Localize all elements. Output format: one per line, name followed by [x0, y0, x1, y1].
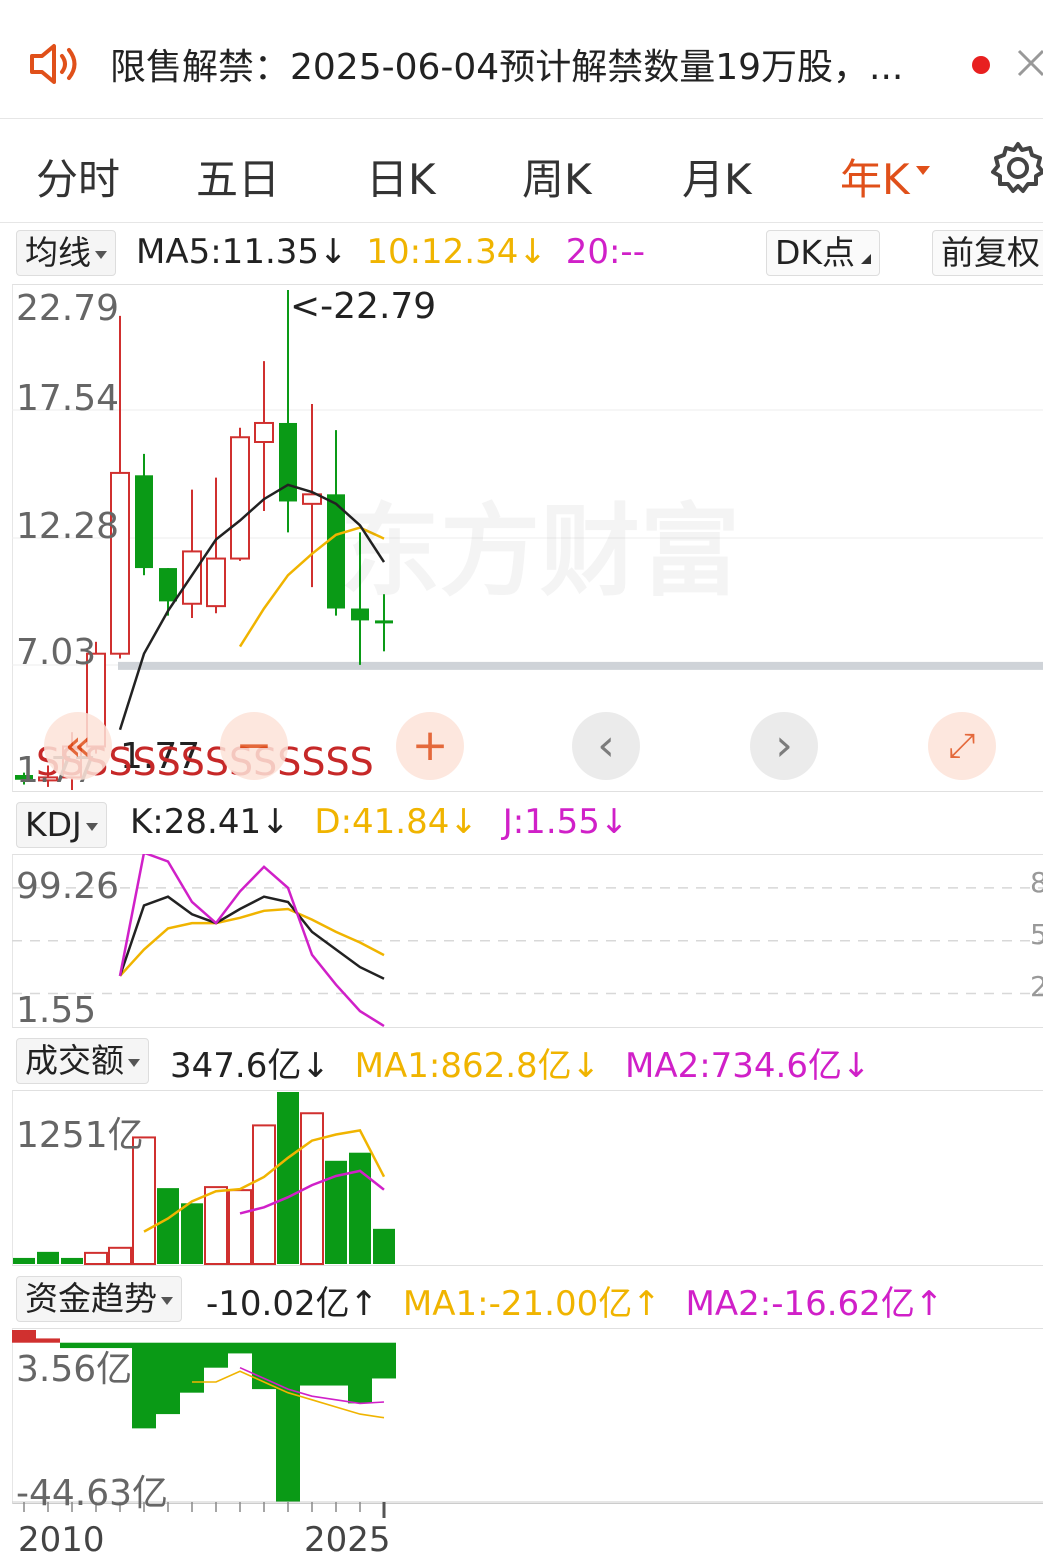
fund-value: -10.02亿 [206, 1284, 350, 1324]
volume-bar [204, 1186, 228, 1265]
candle [110, 471, 130, 655]
candle [206, 557, 226, 608]
volume-bar [349, 1152, 371, 1264]
volume-y-max: 1251亿 [16, 1115, 144, 1156]
kdj-selector[interactable]: KDJ [16, 802, 107, 848]
kline-y-label: 7.03 [16, 632, 97, 673]
high-price-label: <-22.79 [290, 286, 437, 327]
volume-values: 347.6亿↓ MA1:862.8亿↓ MA2:734.6亿↓ [170, 1038, 871, 1087]
zoom-in-button[interactable]: + [396, 712, 464, 780]
support-line [118, 661, 1043, 670]
volume-bar [373, 1228, 395, 1264]
chevron-down-icon [128, 1058, 140, 1067]
fund-y-max: 3.56亿 [16, 1349, 133, 1390]
rewind-button[interactable]: « [44, 712, 112, 780]
kdj-d-line [119, 907, 385, 977]
kdj-chart [12, 854, 1043, 1028]
fund-y-min: -44.63亿 [16, 1473, 169, 1514]
fund-values: -10.02亿↑ MA1:-21.00亿↑ MA2:-16.62亿↑ [206, 1276, 943, 1325]
kdj-right-label: 2 [1030, 970, 1043, 1003]
x-axis-start: 2010 [18, 1520, 105, 1560]
volume-bar [157, 1188, 179, 1264]
volume-bar [61, 1257, 83, 1264]
candle [159, 568, 177, 602]
volume-selector-label: 成交额 [25, 1041, 124, 1080]
kdj-y-min: 1.55 [16, 990, 97, 1031]
fund-bar [204, 1342, 228, 1368]
fund-bar [324, 1342, 348, 1386]
volume-bar [277, 1092, 299, 1264]
volume-bar [228, 1189, 252, 1265]
fund-ma1: MA1:-21.00亿 [402, 1284, 633, 1324]
up-arrow-icon: ↑ [914, 1284, 944, 1324]
kdj-selector-label: KDJ [25, 805, 82, 844]
up-arrow-icon: ↑ [349, 1284, 379, 1324]
candle [254, 421, 274, 443]
candle [135, 475, 153, 569]
fund-selector-label: 资金趋势 [25, 1279, 157, 1318]
fund-bar [348, 1342, 372, 1404]
next-button[interactable]: › [750, 712, 818, 780]
kdj-j-value: J:1.55 [502, 802, 600, 842]
rewind-icon: « [64, 720, 92, 771]
fund-bar [276, 1342, 300, 1502]
zoom-in-icon: + [411, 720, 449, 771]
volume-bar [13, 1257, 35, 1264]
down-arrow-icon: ↓ [301, 1046, 330, 1086]
kdj-d-value: D:41.84 [314, 802, 450, 842]
fund-bar [132, 1342, 156, 1429]
kdj-right-label: 8 [1030, 866, 1043, 899]
volume-ma1: MA1:862.8亿 [354, 1046, 572, 1086]
kline-y-label: 17.54 [16, 378, 120, 419]
kdj-k-value: K:28.41 [130, 802, 262, 842]
volume-value: 347.6亿 [170, 1046, 302, 1086]
volume-bar [37, 1251, 59, 1264]
fund-bar [180, 1342, 204, 1393]
volume-bar [84, 1251, 108, 1266]
volume-bar [108, 1246, 132, 1266]
kdj-k-line [118, 895, 385, 980]
fund-bar [228, 1342, 252, 1354]
volume-selector[interactable]: 成交额 [16, 1038, 149, 1084]
down-arrow-icon: ↓ [449, 802, 478, 842]
volume-bar [181, 1203, 203, 1264]
fund-bar [372, 1342, 396, 1379]
volume-chart [13, 1092, 395, 1266]
up-arrow-icon: ↑ [632, 1284, 661, 1324]
fund-ma2: MA2:-16.62亿 [685, 1284, 915, 1324]
candle [230, 436, 250, 560]
prev-button[interactable]: ‹ [572, 712, 640, 780]
fund-bar [300, 1342, 324, 1386]
volume-bar [252, 1124, 276, 1266]
down-arrow-icon: ↓ [571, 1046, 601, 1086]
kdj-y-max: 99.26 [16, 866, 120, 907]
down-arrow-icon: ↓ [261, 802, 290, 842]
chevron-down-icon [85, 822, 98, 831]
zoom-out-icon: − [235, 720, 273, 771]
down-arrow-icon: ↓ [842, 1046, 871, 1086]
watermark: 东方财富 [340, 470, 740, 615]
fund-selector[interactable]: 资金趋势 [16, 1276, 182, 1322]
x-axis-end: 2025 [304, 1520, 391, 1560]
fund-bar [156, 1342, 180, 1415]
candle [182, 550, 202, 605]
kline-chart [12, 290, 1043, 790]
kline-y-label: 12.28 [16, 506, 120, 547]
zoom-out-button[interactable]: − [220, 712, 288, 780]
down-arrow-icon: ↓ [599, 802, 629, 842]
kdj-right-label: 5 [1030, 918, 1043, 951]
volume-ma2: MA2:734.6亿 [624, 1046, 842, 1086]
expand-icon: ⤢ [948, 726, 976, 766]
kdj-values: K:28.41↓ D:41.84↓ J:1.55↓ [130, 802, 628, 842]
candle [375, 620, 393, 624]
chevron-down-icon [161, 1296, 173, 1305]
kline-y-max: 22.79 [16, 288, 120, 329]
next-icon: › [775, 720, 793, 771]
expand-button[interactable]: ⤢ [928, 712, 996, 780]
prev-icon: ‹ [597, 720, 615, 771]
